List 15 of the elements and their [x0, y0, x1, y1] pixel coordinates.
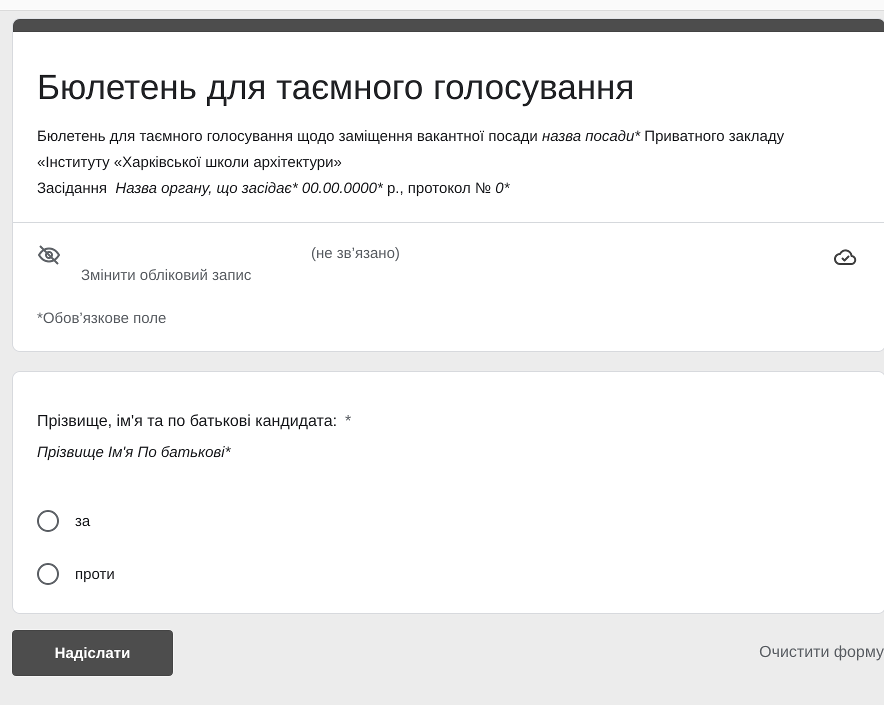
- submit-button[interactable]: Надіслати: [12, 630, 173, 676]
- option-label[interactable]: проти: [75, 566, 115, 582]
- clear-form-link[interactable]: Очистити форму: [759, 644, 884, 662]
- required-asterisk: *: [345, 412, 352, 432]
- eye-off-icon: [37, 243, 61, 267]
- radio-button[interactable]: [37, 563, 59, 585]
- question-title: Прізвище, ім'я та по батькові кандидата:: [37, 412, 338, 432]
- required-field-note: *Обов’язкове поле: [36, 309, 168, 329]
- form-title: Бюлетень для таємного голосування: [36, 67, 636, 109]
- radio-button[interactable]: [37, 510, 59, 532]
- form-description: Бюлетень для таємного голосування щодо заміщення вакантної посади назва посади* Приватного закладу «Інституту «Харківської школи архітектури» Засідання Назва органу, що засідає* 00.00.0000* р., протокол № 0*: [36, 127, 786, 199]
- account-status: (не зв’язано): [310, 245, 401, 262]
- option-label[interactable]: за: [75, 512, 90, 530]
- question-subtitle: Прізвище Ім'я По батькові*: [37, 443, 232, 463]
- switch-account-link[interactable]: Змінити обліковий запис: [81, 267, 252, 284]
